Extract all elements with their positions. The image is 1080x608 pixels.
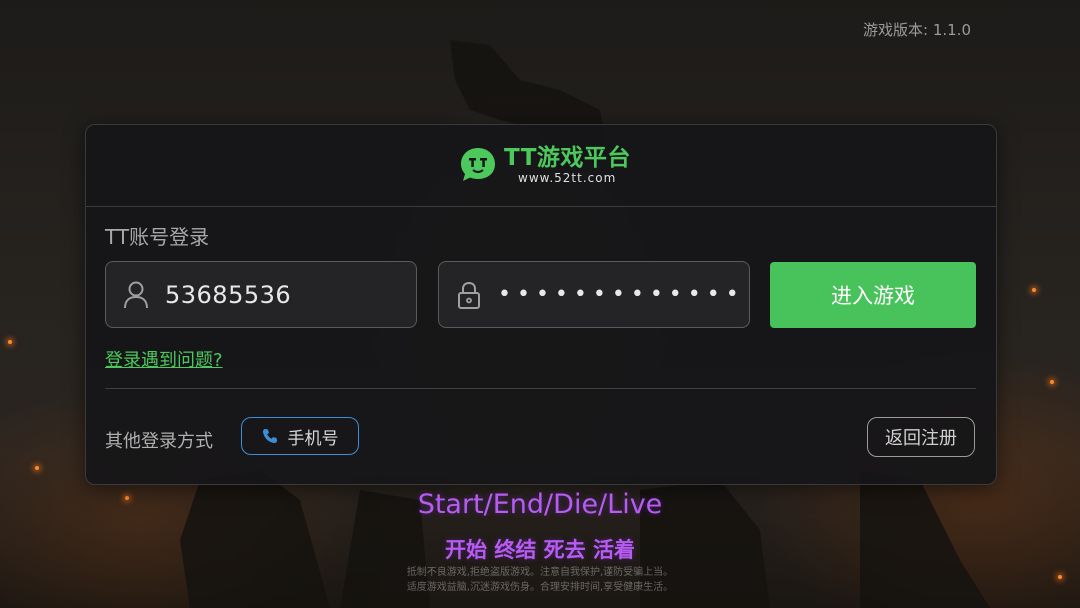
spark-decoration — [8, 340, 12, 344]
username-value[interactable]: 53685536 — [165, 281, 291, 309]
divider — [105, 388, 976, 389]
spark-decoration — [35, 466, 39, 470]
other-login-label: 其他登录方式 — [105, 431, 213, 452]
version-value: 1.1.0 — [932, 21, 971, 39]
notice-line-1: 抵制不良游戏,拒绝盗版游戏。注意自我保护,谨防受骗上当。 — [406, 567, 674, 578]
logo-title: TT游戏平台 — [504, 145, 631, 171]
tt-logo-icon — [461, 148, 495, 181]
password-field[interactable]: ••••••••••••••• — [438, 261, 750, 328]
username-field[interactable]: 53685536 — [105, 261, 417, 328]
spark-decoration — [1032, 288, 1036, 292]
section-title: TT账号登录 — [105, 225, 210, 249]
tt-logo: TT游戏平台 www.52tt.com — [458, 143, 631, 187]
user-icon — [124, 281, 148, 308]
phone-icon — [262, 429, 277, 443]
version-label: 游戏版本: — [862, 21, 929, 39]
password-mask[interactable]: ••••••••••••••• — [498, 282, 738, 307]
login-help-link[interactable]: 登录遇到问题? — [105, 346, 223, 372]
notice-line-2: 适度游戏益脑,沉迷游戏伤身。合理安排时间,享受健康生活。 — [406, 582, 674, 593]
health-notice: 抵制不良游戏,拒绝盗版游戏。注意自我保护,谨防受骗上当。 适度游戏益脑,沉迷游戏… — [0, 565, 1080, 595]
game-version: 游戏版本: 1.1.0 — [863, 19, 971, 40]
phone-button-label: 手机号 — [287, 428, 339, 449]
phone-login-button[interactable]: 手机号 — [241, 417, 359, 455]
slogan-english: Start/End/Die/Live — [417, 489, 663, 520]
login-screen: 游戏版本: 1.1.0 TT游戏平台 www.52tt.com TT账号登录 5… — [0, 0, 1080, 608]
logo-url: www.52tt.com — [518, 171, 617, 185]
enter-game-button[interactable]: 进入游戏 — [770, 262, 976, 328]
spark-decoration — [1050, 380, 1054, 384]
back-to-register-button[interactable]: 返回注册 — [867, 417, 975, 457]
login-panel: TT游戏平台 www.52tt.com TT账号登录 53685536 ••••… — [85, 124, 997, 485]
panel-header: TT游戏平台 www.52tt.com — [86, 125, 996, 207]
lock-icon — [458, 281, 480, 309]
slogan-chinese: 开始 终结 死去 活着 — [445, 538, 635, 562]
